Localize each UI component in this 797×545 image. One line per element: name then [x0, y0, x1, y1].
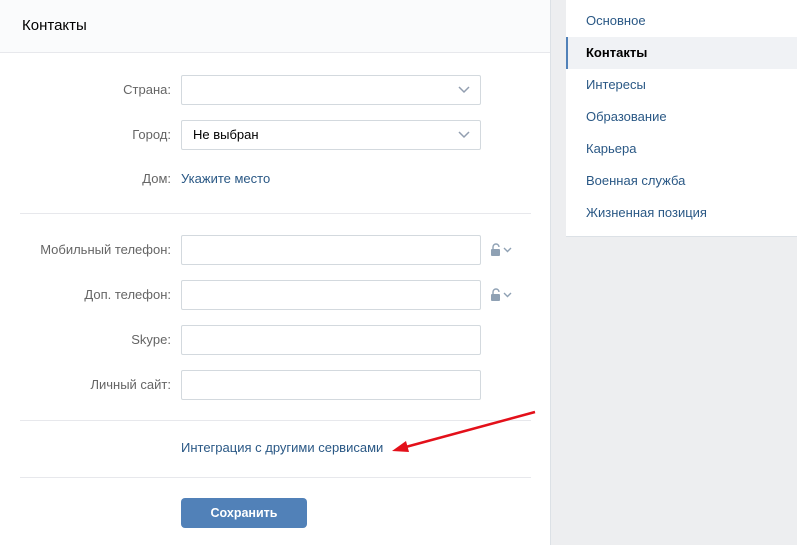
sidebar-item-main[interactable]: Основное [566, 5, 797, 37]
country-select[interactable] [181, 75, 481, 105]
sidebar-item-education[interactable]: Образование [566, 101, 797, 133]
mobile-label: Мобильный телефон: [40, 242, 171, 257]
extra-phone-label: Доп. телефон: [84, 287, 171, 302]
extra-phone-input[interactable] [181, 280, 481, 310]
integration-link[interactable]: Интеграция с другими сервисами [181, 440, 383, 455]
page-title: Контакты [22, 17, 87, 34]
divider [20, 477, 531, 478]
sidebar-item-life-position[interactable]: Жизненная позиция [566, 197, 797, 229]
city-row: Город: Не выбран [0, 120, 551, 150]
extra-phone-row: Доп. телефон: [0, 280, 551, 310]
main-panel: Контакты Страна: Город: Не выбран Дом: У… [0, 0, 551, 545]
country-label: Страна: [123, 82, 171, 97]
personal-site-input[interactable] [181, 370, 481, 400]
home-place-link[interactable]: Укажите место [181, 164, 270, 194]
country-row: Страна: [0, 75, 551, 105]
skype-label: Skype: [131, 332, 171, 347]
mobile-phone-input[interactable] [181, 235, 481, 265]
panel-header: Контакты [0, 0, 550, 53]
divider [20, 420, 531, 421]
settings-sidebar: Основное Контакты Интересы Образование К… [566, 0, 797, 237]
skype-row: Skype: [0, 325, 551, 355]
city-value: Не выбран [193, 127, 259, 142]
home-label: Дом: [142, 171, 171, 186]
city-select[interactable]: Не выбран [181, 120, 481, 150]
site-row: Личный сайт: [0, 370, 551, 400]
mobile-row: Мобильный телефон: [0, 235, 551, 265]
sidebar-item-contacts[interactable]: Контакты [566, 37, 797, 69]
sidebar-item-interests[interactable]: Интересы [566, 69, 797, 101]
sidebar-item-career[interactable]: Карьера [566, 133, 797, 165]
save-button[interactable]: Сохранить [181, 498, 307, 528]
home-row: Дом: Укажите место [0, 164, 551, 194]
city-label: Город: [132, 127, 171, 142]
chevron-down-icon [458, 86, 470, 94]
chevron-down-icon [458, 131, 470, 139]
privacy-lock-icon[interactable] [489, 243, 515, 257]
divider [20, 213, 531, 214]
skype-input[interactable] [181, 325, 481, 355]
privacy-lock-icon[interactable] [489, 288, 515, 302]
sidebar-item-military[interactable]: Военная служба [566, 165, 797, 197]
site-label: Личный сайт: [90, 377, 171, 392]
